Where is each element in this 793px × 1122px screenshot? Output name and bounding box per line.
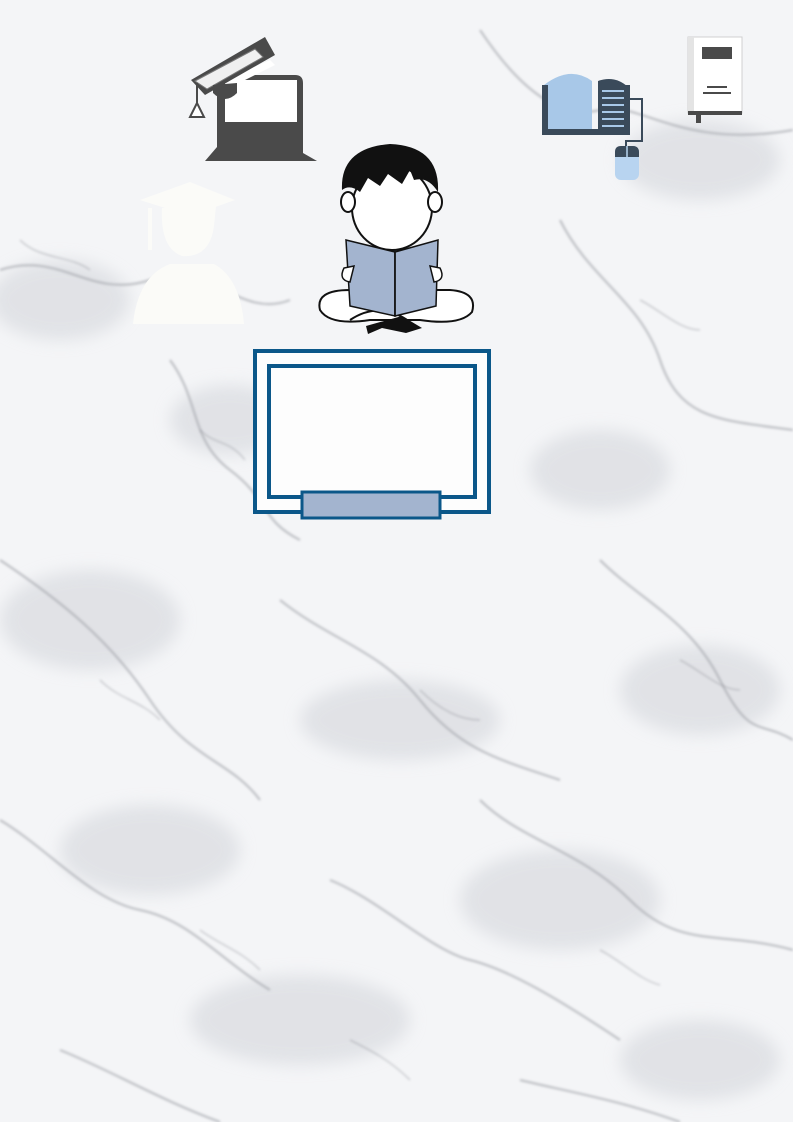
- frame-label-bar: [303, 493, 440, 518]
- closed-book-icon: [687, 36, 743, 123]
- computer-mouse-icon: [615, 146, 639, 180]
- graduate-silhouette-icon: [133, 182, 244, 324]
- frame-title: [270, 368, 474, 492]
- graduation-laptop-icon: [188, 37, 317, 161]
- reading-child-illustration: [318, 144, 474, 334]
